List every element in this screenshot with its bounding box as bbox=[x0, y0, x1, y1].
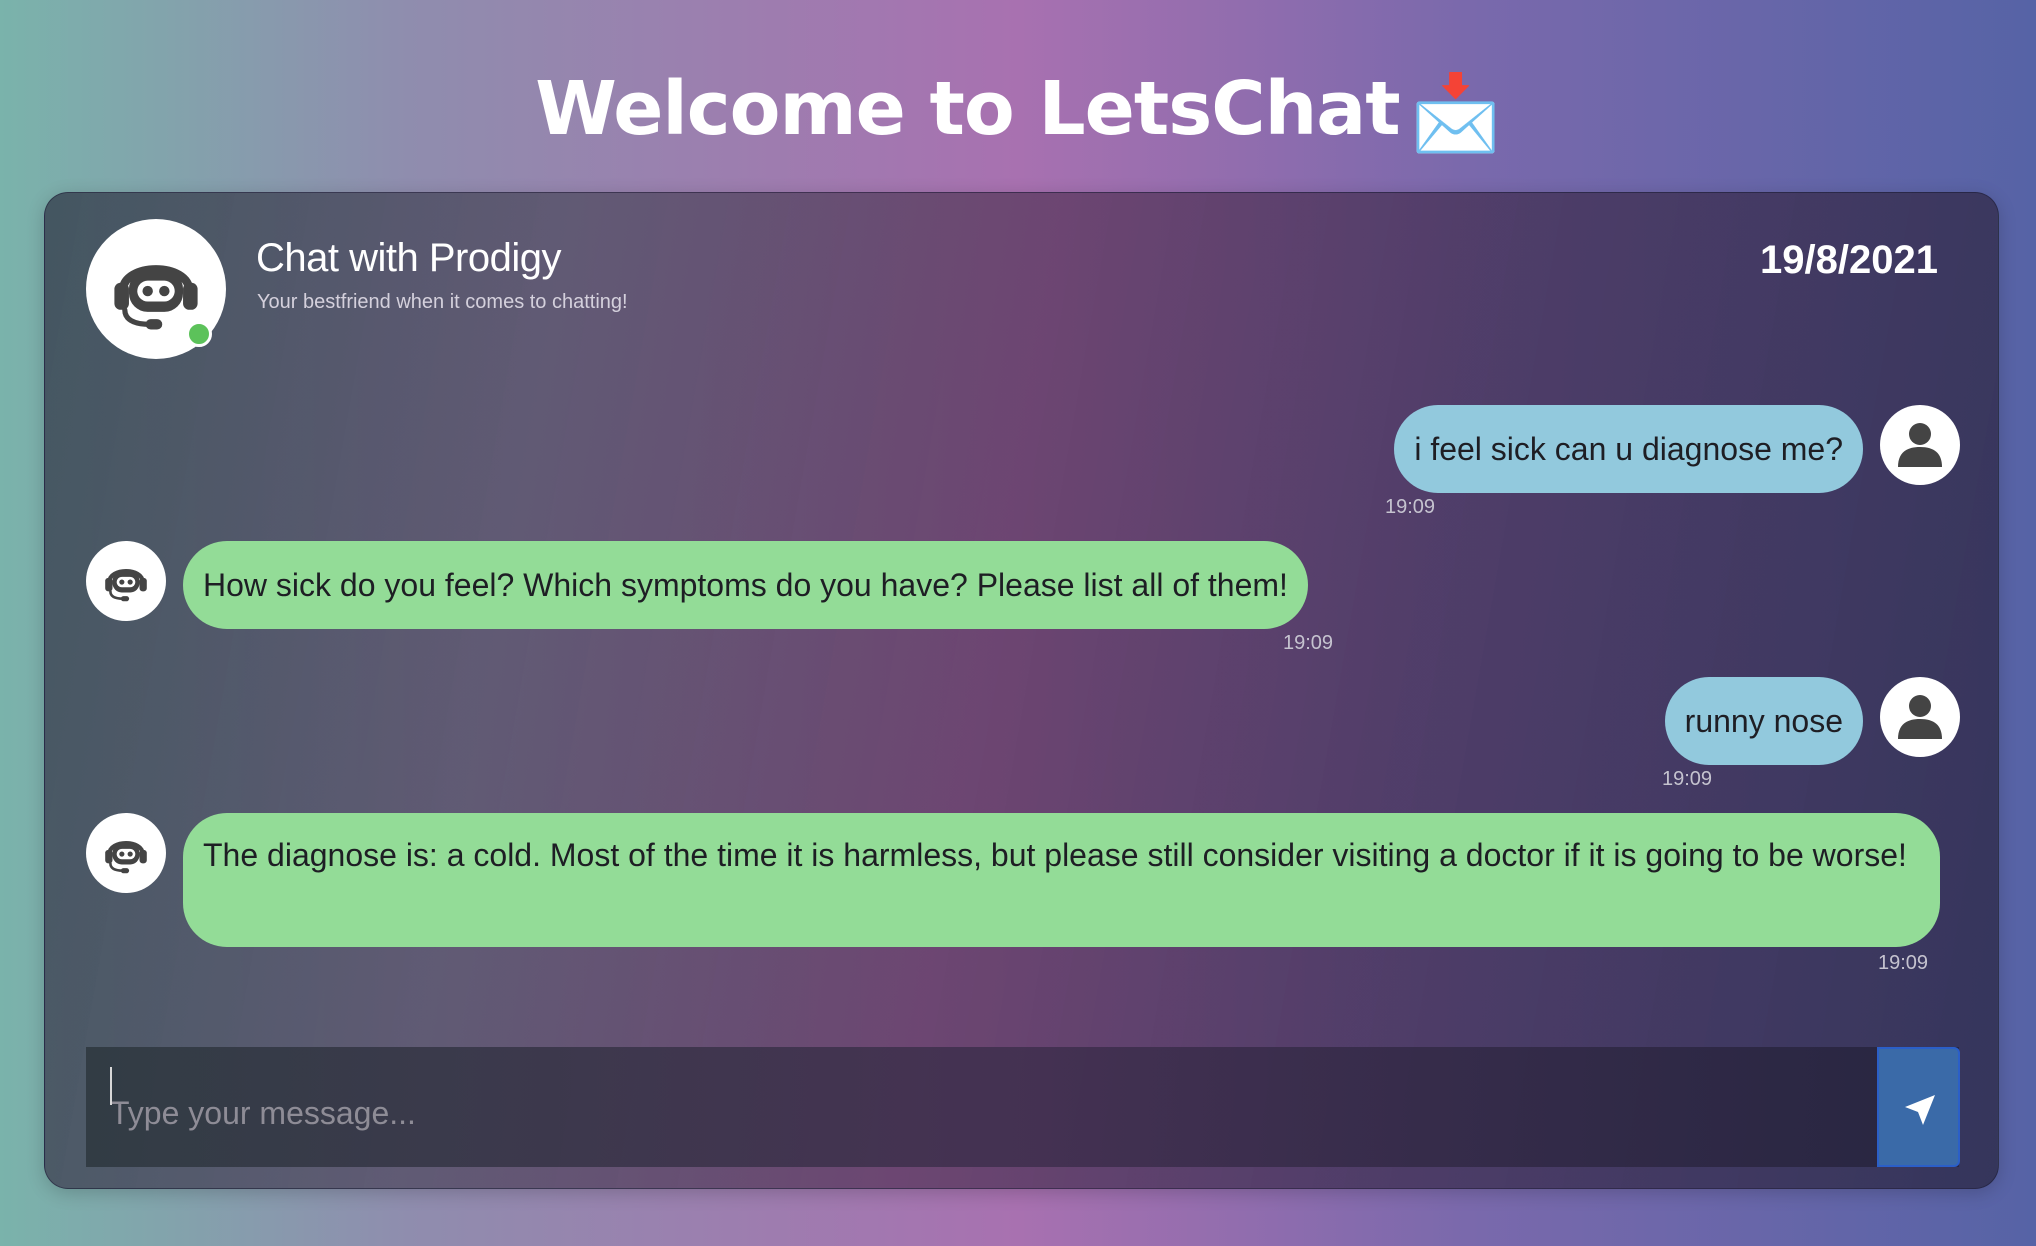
user-avatar bbox=[1880, 405, 1960, 485]
message-composer bbox=[86, 1047, 1959, 1167]
envelope-inbox-icon: 📩 bbox=[1409, 70, 1502, 156]
user-avatar bbox=[1880, 677, 1960, 757]
text-caret bbox=[110, 1067, 112, 1105]
chat-subtitle: Your bestfriend when it comes to chattin… bbox=[257, 291, 628, 313]
page-title: Welcome to LetsChat 📩 bbox=[0, 64, 2036, 158]
bot-avatar-small bbox=[86, 541, 166, 621]
robot-headset-icon bbox=[105, 841, 147, 874]
message-bubble: i feel sick can u diagnose me? bbox=[1394, 405, 1863, 493]
chat-date: 19/8/2021 bbox=[1760, 238, 1938, 282]
send-button[interactable] bbox=[1877, 1047, 1960, 1167]
paper-plane-icon bbox=[1905, 1095, 1935, 1125]
bot-avatar-small bbox=[86, 813, 166, 893]
online-status-indicator bbox=[186, 321, 212, 347]
message-time: 19:09 bbox=[1662, 768, 1713, 790]
message-bubble: The diagnose is: a cold. Most of the tim… bbox=[183, 813, 1940, 947]
message-time: 19:09 bbox=[1878, 952, 1929, 974]
user-icon bbox=[1898, 423, 1942, 467]
message-bubble: How sick do you feel? Which symptoms do … bbox=[183, 541, 1308, 629]
message-time: 19:09 bbox=[1385, 496, 1436, 518]
message-input[interactable] bbox=[86, 1047, 1873, 1167]
user-icon bbox=[1898, 695, 1942, 739]
robot-headset-icon bbox=[105, 569, 147, 602]
message-time: 19:09 bbox=[1283, 632, 1334, 654]
chat-title: Chat with Prodigy bbox=[256, 236, 561, 280]
message-bubble: runny nose bbox=[1664, 677, 1863, 765]
chat-window: Chat with Prodigy Your bestfriend when i… bbox=[44, 192, 1999, 1189]
page-title-text: Welcome to LetsChat bbox=[535, 66, 1400, 152]
